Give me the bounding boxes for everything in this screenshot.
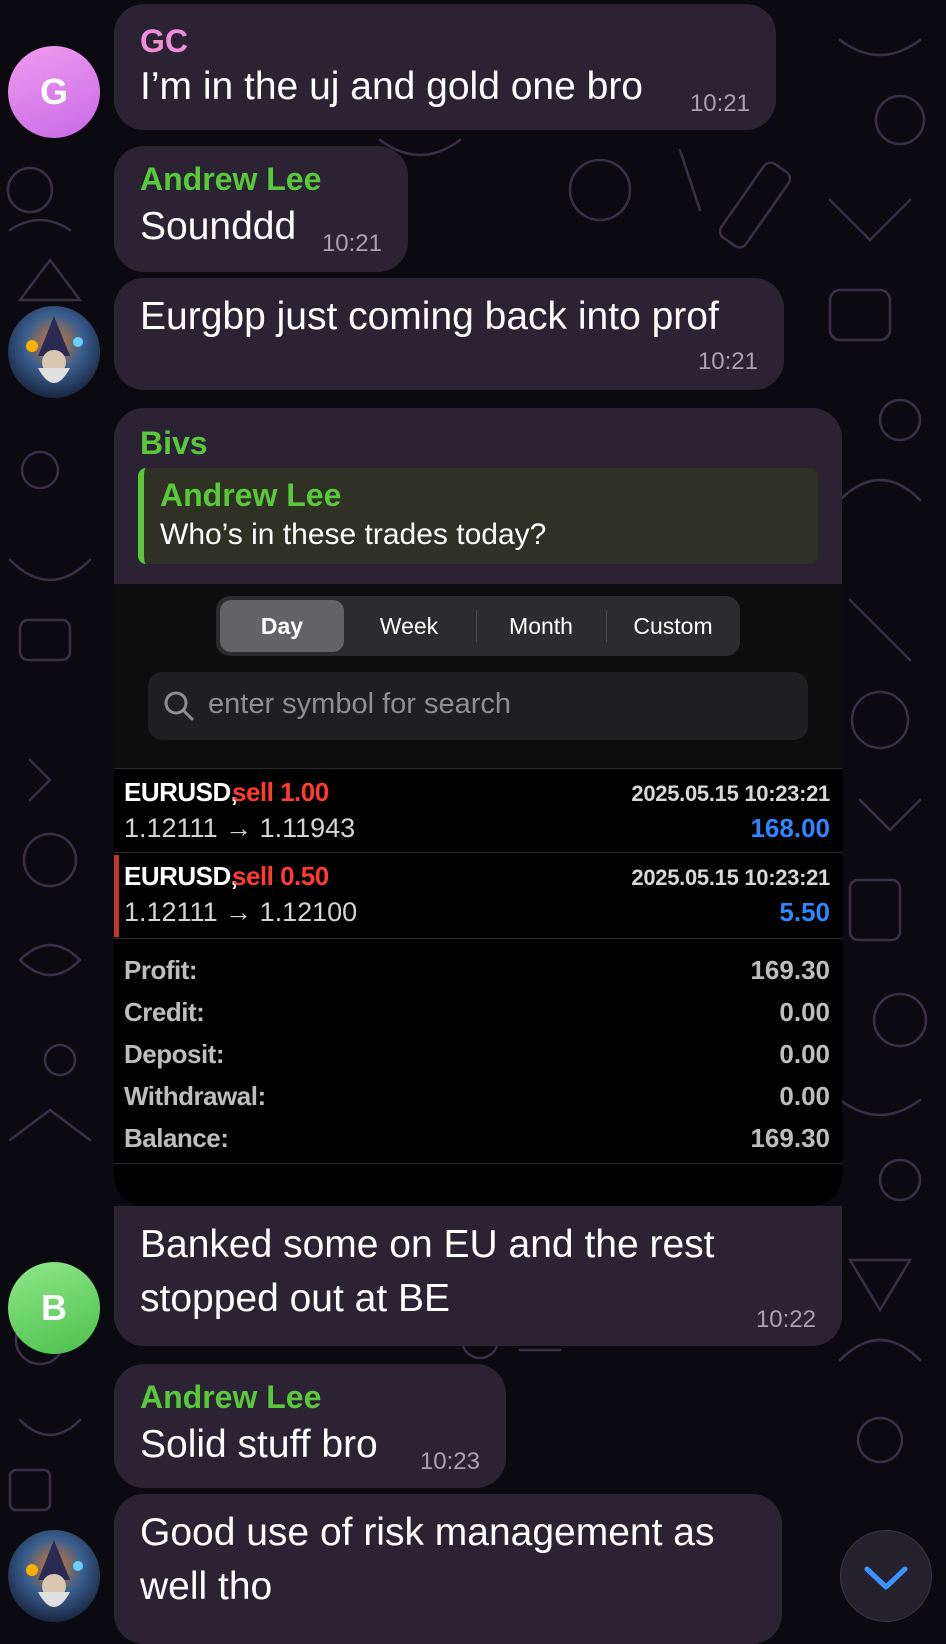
message-time: 10:23 — [419, 1448, 480, 1475]
message-time: 10:21 — [321, 230, 382, 257]
sender-name: Bivs — [140, 425, 208, 461]
summary-value: 0.00 — [779, 1039, 830, 1069]
trade-prices: 1.12111 → 1.11943 — [124, 813, 356, 843]
avatar-b[interactable]: B — [8, 1262, 100, 1354]
trade-row[interactable]: EURUSD, sell 0.50 2025.05.15 10:23:21 1.… — [114, 852, 842, 939]
trade-symbol: EURUSD, — [124, 777, 238, 807]
reply-quote[interactable]: Andrew Lee Who’s in these trades today? — [138, 468, 818, 564]
sender-name: GC — [140, 23, 188, 59]
period-segmented-control: Day Week Month Custom — [216, 596, 740, 656]
message-text: I’m in the uj and gold one bro — [140, 65, 644, 108]
trade-screenshot[interactable]: Day Week Month Custom enter symbol for s… — [114, 584, 842, 1206]
message-bubble-with-photo[interactable]: Bivs Andrew Lee Who’s in these trades to… — [114, 408, 842, 1206]
reply-name: Andrew Lee — [160, 477, 342, 513]
message-time: 10:21 — [697, 348, 758, 375]
wizard-icon — [26, 316, 83, 383]
message-text-line1: Good use of risk management as — [140, 1511, 715, 1554]
message-time: 10:22 — [755, 1306, 816, 1333]
summary-label: Credit: — [124, 997, 205, 1027]
summary-label: Balance: — [124, 1123, 229, 1153]
reply-text: Who’s in these trades today? — [160, 518, 547, 551]
message-time: 10:21 — [689, 90, 750, 117]
message-text: Eurgbp just coming back into prof — [140, 295, 719, 338]
trade-symbol: EURUSD, — [124, 861, 238, 891]
message-text-line2: well tho — [140, 1565, 273, 1608]
trade-side: sell 1.00 — [232, 777, 329, 807]
summary-label: Deposit: — [124, 1039, 225, 1069]
trade-row[interactable]: EURUSD, sell 1.00 2025.05.15 10:23:21 1.… — [114, 768, 842, 853]
divider — [476, 610, 477, 642]
message-text-line2: stopped out at BE — [140, 1277, 451, 1320]
avatar-wizard[interactable] — [8, 306, 100, 398]
trade-profit: 5.50 — [779, 897, 830, 927]
trade-prices: 1.12111 → 1.12100 — [124, 897, 358, 927]
tab-week[interactable]: Week — [344, 600, 474, 652]
message-bubble[interactable]: Andrew Lee Solid stuff bro 10:23 — [114, 1364, 506, 1488]
message-bubble[interactable]: Eurgbp just coming back into prof 10:21 — [114, 278, 784, 390]
divider — [606, 610, 607, 642]
avatar-wizard[interactable] — [8, 1530, 100, 1622]
message-bubble[interactable]: Good use of risk management as well tho — [114, 1494, 782, 1644]
scroll-to-bottom-button[interactable] — [840, 1530, 932, 1622]
search-icon — [164, 691, 194, 721]
summary-label: Withdrawal: — [124, 1081, 266, 1111]
summary-value: 0.00 — [779, 997, 830, 1027]
summary-label: Profit: — [124, 955, 198, 985]
sender-name: Andrew Lee — [140, 161, 322, 197]
trade-date: 2025.05.15 10:23:21 — [631, 781, 830, 806]
message-bubble[interactable]: Banked some on EU and the rest stopped o… — [114, 1206, 842, 1346]
summary-value: 169.30 — [750, 955, 830, 985]
message-text-line1: Banked some on EU and the rest — [140, 1223, 715, 1266]
wizard-icon — [26, 1540, 83, 1607]
summary-value: 0.00 — [779, 1081, 830, 1111]
chevron-down-icon — [864, 1566, 908, 1590]
message-bubble[interactable]: Andrew Lee Sounddd 10:21 — [114, 146, 408, 272]
avatar-letter: B — [41, 1287, 67, 1328]
trade-side: sell 0.50 — [232, 861, 329, 891]
sender-name: Andrew Lee — [140, 1379, 322, 1415]
summary-block: Profit: 169.30 Credit: 0.00 Deposit: 0.0… — [114, 938, 842, 1164]
search-placeholder: enter symbol for search — [208, 688, 512, 720]
message-text: Solid stuff bro — [140, 1423, 378, 1466]
summary-value: 169.30 — [750, 1123, 830, 1153]
message-bubble[interactable]: GC I’m in the uj and gold one bro 10:21 — [114, 4, 776, 130]
row-highlight-bar — [114, 855, 119, 937]
tab-day[interactable]: Day — [220, 600, 344, 652]
trade-profit: 168.00 — [750, 813, 830, 843]
message-text: Sounddd — [140, 205, 297, 248]
tab-custom[interactable]: Custom — [608, 600, 738, 652]
trade-date: 2025.05.15 10:23:21 — [631, 865, 830, 890]
symbol-search-input[interactable]: enter symbol for search — [148, 672, 808, 740]
tab-month[interactable]: Month — [478, 600, 604, 652]
avatar-letter: G — [39, 71, 68, 112]
avatar-gc[interactable]: G — [8, 46, 100, 138]
